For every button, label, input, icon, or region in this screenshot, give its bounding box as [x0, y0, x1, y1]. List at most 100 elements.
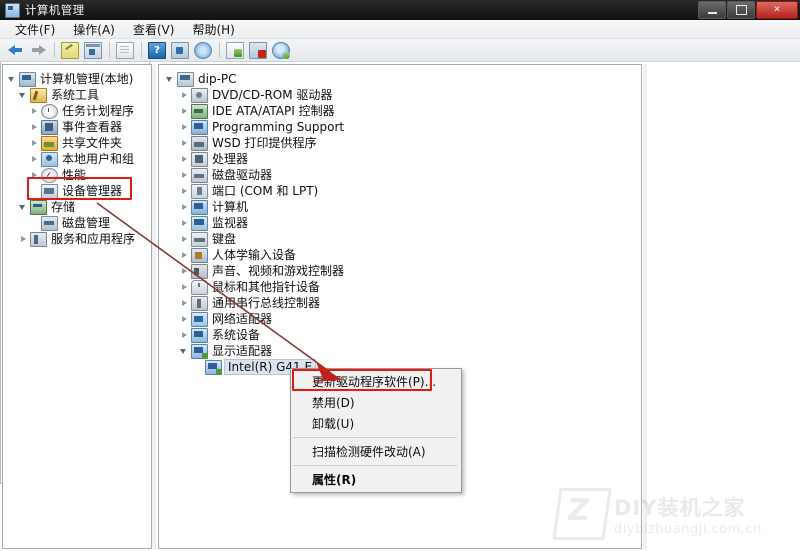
tree-item-device-manager-label: 设备管理器	[62, 184, 123, 198]
maximize-button[interactable]	[727, 1, 755, 19]
chevron-right-icon[interactable]	[179, 186, 190, 197]
chevron-right-icon[interactable]	[179, 122, 190, 133]
chevron-right-icon[interactable]	[29, 170, 40, 181]
device-node-hid-icon	[191, 247, 208, 263]
chevron-right-icon[interactable]	[29, 122, 40, 133]
edit-button[interactable]	[59, 40, 81, 60]
device-context-menu: 更新驱动程序软件(P)... 禁用(D) 卸载(U) 扫描检测硬件改动(A) 属性(R)	[290, 368, 462, 493]
device-node-hid[interactable]: 人体学输入设备	[159, 247, 641, 263]
help-button[interactable]: ?	[146, 40, 168, 60]
device-node-ports[interactable]: 端口 (COM 和 LPT)	[159, 183, 641, 199]
device-node-monitors-icon	[191, 215, 208, 231]
uninstall-device-button[interactable]	[247, 40, 269, 60]
forward-button[interactable]	[27, 40, 49, 60]
device-node-wsd-print-provider[interactable]: WSD 打印提供程序	[159, 135, 641, 151]
show-hide-pane-button[interactable]	[169, 40, 191, 60]
chevron-right-icon[interactable]	[179, 250, 190, 261]
tree-item-event-viewer-label: 事件查看器	[62, 120, 123, 134]
computer-management-window: 计算机管理 ✕ 文件(F) 操作(A) 查看(V) 帮助(H) ? 计算机管理(…	[0, 0, 800, 551]
chevron-right-icon[interactable]	[179, 266, 190, 277]
tree-item-system-tools[interactable]: 系统工具	[3, 87, 151, 103]
chevron-right-icon[interactable]	[179, 330, 190, 341]
chevron-right-icon[interactable]	[179, 138, 190, 149]
edit-icon	[61, 41, 79, 59]
ctx-uninstall-device[interactable]: 卸载(U)	[291, 413, 461, 434]
tree-expander-placeholder	[193, 362, 204, 373]
back-arrow-icon	[7, 44, 23, 56]
menu-bar: 文件(F) 操作(A) 查看(V) 帮助(H)	[0, 20, 800, 39]
menu-help[interactable]: 帮助(H)	[183, 20, 243, 39]
ctx-disable-device[interactable]: 禁用(D)	[291, 392, 461, 413]
device-node-computer[interactable]: 计算机	[159, 199, 641, 215]
chevron-right-icon[interactable]	[179, 314, 190, 325]
tree-item-shared-folders[interactable]: 共享文件夹	[3, 135, 151, 151]
device-node-network-adapters[interactable]: 网络适配器	[159, 311, 641, 327]
ctx-properties[interactable]: 属性(R)	[291, 469, 461, 490]
splitter-right[interactable]	[643, 64, 647, 549]
chevron-right-icon[interactable]	[179, 90, 190, 101]
close-button[interactable]: ✕	[756, 1, 798, 19]
chevron-right-icon[interactable]	[179, 218, 190, 229]
tree-item-device-manager[interactable]: 设备管理器	[3, 183, 151, 199]
chevron-right-icon[interactable]	[18, 234, 29, 245]
chevron-right-icon[interactable]	[29, 138, 40, 149]
tree-item-storage[interactable]: 存储	[3, 199, 151, 215]
ctx-scan-hardware-changes[interactable]: 扫描检测硬件改动(A)	[291, 441, 461, 462]
chevron-right-icon[interactable]	[179, 298, 190, 309]
toolbar-separator-1	[54, 42, 55, 58]
chevron-right-icon[interactable]	[179, 154, 190, 165]
tree-item-computer-management[interactable]: 计算机管理(本地)	[3, 71, 151, 87]
chevron-down-icon[interactable]	[165, 74, 176, 85]
export-list-button[interactable]	[224, 40, 246, 60]
back-button[interactable]	[4, 40, 26, 60]
device-node-monitors[interactable]: 监视器	[159, 215, 641, 231]
device-node-system-devices[interactable]: 系统设备	[159, 327, 641, 343]
device-node-processors[interactable]: 处理器	[159, 151, 641, 167]
device-node-disk-drives[interactable]: 磁盘驱动器	[159, 167, 641, 183]
chevron-right-icon[interactable]	[29, 154, 40, 165]
device-node-processors-label: 处理器	[212, 152, 249, 166]
chevron-down-icon[interactable]	[7, 74, 18, 85]
ctx-update-driver-software[interactable]: 更新驱动程序软件(P)...	[291, 371, 461, 392]
properties-button[interactable]	[114, 40, 136, 60]
tree-item-storage-label: 存储	[51, 200, 76, 214]
chevron-right-icon[interactable]	[179, 282, 190, 293]
device-node-mice-icon	[191, 279, 208, 295]
tree-item-local-users-groups[interactable]: 本地用户和组	[3, 151, 151, 167]
splitter-left[interactable]	[152, 64, 156, 549]
tree-item-disk-management[interactable]: 磁盘管理	[3, 215, 151, 231]
refresh-button[interactable]	[192, 40, 214, 60]
device-node-mice[interactable]: 鼠标和其他指针设备	[159, 279, 641, 295]
menu-action[interactable]: 操作(A)	[64, 20, 124, 39]
tree-item-system-tools-label: 系统工具	[51, 88, 100, 102]
tree-item-services-applications[interactable]: 服务和应用程序	[3, 231, 151, 247]
device-node-sound-video-game[interactable]: 声音、视频和游戏控制器	[159, 263, 641, 279]
tree-item-performance[interactable]: 性能	[3, 167, 151, 183]
chevron-right-icon[interactable]	[179, 234, 190, 245]
device-node-keyboards[interactable]: 键盘	[159, 231, 641, 247]
device-node-keyboards-icon	[191, 231, 208, 247]
device-node-usb-controllers[interactable]: 通用串行总线控制器	[159, 295, 641, 311]
console-tree-button[interactable]	[82, 40, 104, 60]
device-node-programming-support[interactable]: Programming Support	[159, 119, 641, 135]
tree-item-event-viewer[interactable]: 事件查看器	[3, 119, 151, 135]
device-node-ide-ata-atapi-label: IDE ATA/ATAPI 控制器	[212, 104, 335, 118]
chevron-right-icon[interactable]	[29, 106, 40, 117]
device-node-dip-pc[interactable]: dip-PC	[159, 71, 641, 87]
chevron-down-icon[interactable]	[18, 90, 29, 101]
chevron-down-icon[interactable]	[179, 346, 190, 357]
tree-item-task-scheduler[interactable]: 任务计划程序	[3, 103, 151, 119]
chevron-right-icon[interactable]	[179, 202, 190, 213]
chevron-right-icon[interactable]	[179, 106, 190, 117]
tree-item-computer-management-label: 计算机管理(本地)	[40, 72, 134, 86]
chevron-down-icon[interactable]	[18, 202, 29, 213]
minimize-button[interactable]	[698, 1, 726, 19]
menu-view[interactable]: 查看(V)	[124, 20, 184, 39]
device-node-dvd-cdrom[interactable]: DVD/CD-ROM 驱动器	[159, 87, 641, 103]
chevron-right-icon[interactable]	[179, 170, 190, 181]
menu-file[interactable]: 文件(F)	[6, 20, 64, 39]
device-node-ide-ata-atapi[interactable]: IDE ATA/ATAPI 控制器	[159, 103, 641, 119]
scan-hardware-button[interactable]	[270, 40, 292, 60]
device-node-disk-drives-icon	[191, 167, 208, 183]
device-node-display-adapters[interactable]: 显示适配器	[159, 343, 641, 359]
